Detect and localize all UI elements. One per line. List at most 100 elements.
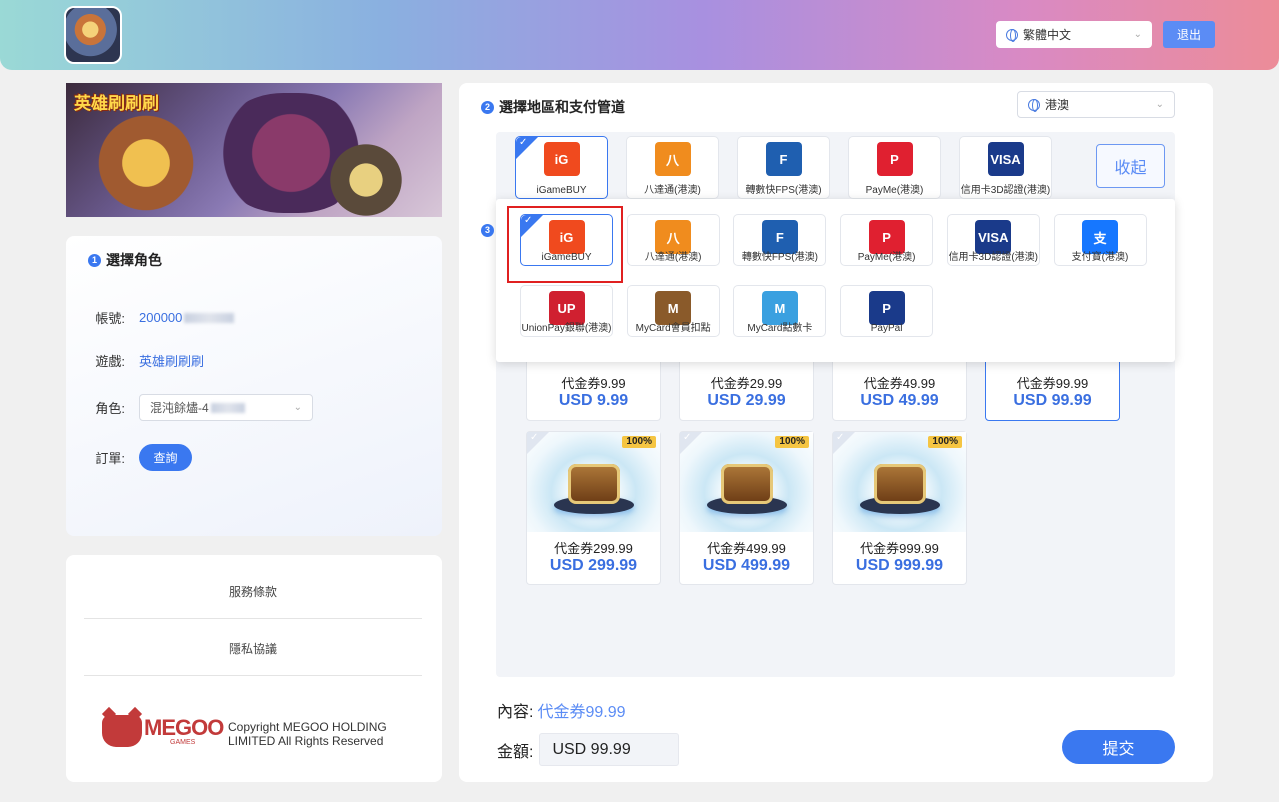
amount-label: 金額: bbox=[497, 743, 534, 761]
product-card[interactable]: ✓ 100% 代金券999.99 USD 999.99 bbox=[832, 431, 967, 585]
logout-button[interactable]: 退出 bbox=[1163, 21, 1215, 48]
game-label: 遊戲: bbox=[95, 354, 125, 369]
terms-link[interactable]: 服務條款 bbox=[84, 583, 422, 600]
region-value: 港澳 bbox=[1045, 98, 1070, 112]
payment-method-name: 八達通(港澳) bbox=[644, 252, 702, 263]
product-name: 代金券99.99 bbox=[1016, 376, 1089, 391]
product-price: USD 49.99 bbox=[860, 392, 939, 409]
payment-logo-icon: P bbox=[876, 142, 913, 176]
treasure-chest-image: ✓ 100% bbox=[680, 432, 813, 532]
checkmark-icon: ✓ bbox=[683, 432, 692, 443]
redacted-blur bbox=[184, 312, 235, 323]
payment-method-name: UnionPay銀聯(港澳) bbox=[521, 323, 612, 334]
payment-method-name: 支付寶(港澳) bbox=[1071, 252, 1129, 263]
product-price: USD 9.99 bbox=[558, 392, 629, 409]
role-section-title: 1 選擇角色 bbox=[88, 250, 162, 270]
payment-method-option[interactable]: 八八達通(港澳) bbox=[626, 136, 719, 199]
megoo-logo: MEGOO GAMES bbox=[102, 715, 224, 747]
checkmark-icon: ✓ bbox=[519, 137, 528, 148]
chest-icon bbox=[567, 464, 620, 504]
payment-logo-icon: VISA bbox=[987, 142, 1024, 176]
game-value: 英雄刷刷刷 bbox=[139, 354, 205, 369]
payment-method-name: 八達通(港澳) bbox=[644, 185, 701, 196]
links-card: 服務條款 隱私協議 MEGOO GAMES Copyright MEGOO HO… bbox=[66, 555, 442, 782]
game-banner: 英雄刷刷刷 bbox=[66, 83, 442, 217]
payment-method-name: 轉數快FPS(港澳) bbox=[741, 252, 818, 263]
redacted-blur bbox=[210, 402, 245, 413]
payment-method-option[interactable]: P PayMe(港澳) bbox=[848, 136, 941, 199]
chevron-down-icon: ⌄ bbox=[1155, 99, 1164, 110]
product-name: 代金券9.99 bbox=[561, 376, 626, 391]
payment-method-option[interactable]: F 轉數快FPS(港澳) bbox=[733, 214, 827, 266]
payment-method-option[interactable]: VISA 信用卡3D認證(港澳) bbox=[959, 136, 1052, 199]
account-row: 帳號: 200000 bbox=[74, 308, 235, 327]
payment-logo-icon: iG bbox=[543, 142, 580, 176]
collapse-button[interactable]: 收起 bbox=[1096, 144, 1165, 188]
product-name: 代金券299.99 bbox=[554, 541, 633, 556]
product-price: USD 499.99 bbox=[702, 557, 791, 574]
payment-section-title-text: 選擇地區和支付管道 bbox=[499, 99, 625, 115]
privacy-link[interactable]: 隱私協議 bbox=[84, 640, 422, 657]
globe-icon bbox=[1006, 28, 1018, 42]
chest-icon bbox=[720, 464, 773, 504]
step-number: 2 bbox=[481, 100, 494, 114]
region-select[interactable]: 港澳 ⌄ bbox=[1017, 91, 1175, 118]
bonus-badge: 100% bbox=[928, 436, 962, 448]
payment-method-name: 轉數快FPS(港澳) bbox=[745, 185, 822, 196]
payment-method-option[interactable]: iG iGameBUY ✓ bbox=[515, 136, 608, 199]
highlight-box bbox=[507, 206, 623, 283]
role-select-card: 1 選擇角色 bbox=[66, 236, 442, 536]
payment-method-name: PayPal bbox=[870, 323, 903, 334]
globe-icon bbox=[1028, 98, 1040, 112]
product-price: USD 299.99 bbox=[549, 557, 638, 574]
payment-logo-icon: 八 bbox=[654, 142, 691, 176]
banner-game-title: 英雄刷刷刷 bbox=[74, 94, 159, 113]
product-name: 代金券49.99 bbox=[863, 376, 936, 391]
bonus-badge: 100% bbox=[622, 436, 656, 448]
product-card[interactable]: ✓ 100% 代金券299.99 USD 299.99 bbox=[526, 431, 661, 585]
copyright-text: Copyright MEGOO HOLDING LIMITED All Righ… bbox=[228, 720, 387, 748]
payment-method-option[interactable]: F 轉數快FPS(港澳) bbox=[737, 136, 830, 199]
payment-logo-icon: P bbox=[868, 291, 905, 325]
product-price: USD 29.99 bbox=[707, 392, 786, 409]
chevron-down-icon: ⌄ bbox=[293, 402, 302, 413]
chevron-down-icon: ⌄ bbox=[1133, 29, 1142, 40]
payment-method-name: 信用卡3D認證(港澳) bbox=[948, 252, 1039, 263]
payment-method-option[interactable]: M MyCard會員扣點 bbox=[626, 285, 720, 337]
bonus-badge: 100% bbox=[775, 436, 809, 448]
product-price: USD 99.99 bbox=[1013, 392, 1092, 409]
divider bbox=[84, 675, 422, 676]
content-row: 內容: 代金券99.99 bbox=[497, 698, 626, 722]
role-select[interactable]: 混沌餘燼-4 ⌄ bbox=[139, 394, 313, 421]
megoo-cat-icon bbox=[102, 715, 142, 747]
top-header: 繁體中文 ⌄ 退出 bbox=[0, 0, 1279, 70]
payment-logo-icon: F bbox=[765, 142, 802, 176]
payment-method-name: 信用卡3D認證(港澳) bbox=[960, 185, 1051, 196]
step3-marker: 3 bbox=[481, 222, 499, 237]
language-select[interactable]: 繁體中文 ⌄ bbox=[996, 21, 1152, 48]
payment-method-option[interactable]: 八八達通(港澳) bbox=[626, 214, 720, 266]
submit-button[interactable]: 提交 bbox=[1062, 730, 1175, 764]
payment-method-name: MyCard會員扣點 bbox=[635, 323, 711, 334]
payment-method-name: PayMe(港澳) bbox=[865, 185, 924, 196]
product-card[interactable]: ✓ 100% 代金券499.99 USD 499.99 bbox=[679, 431, 814, 585]
payment-method-option[interactable]: P PayMe(港澳) bbox=[840, 214, 934, 266]
game-app-icon[interactable] bbox=[64, 6, 122, 64]
payment-method-option[interactable]: UP UnionPay銀聯(港澳) bbox=[520, 285, 613, 337]
amount-value: USD 99.99 bbox=[539, 733, 680, 766]
treasure-chest-image: ✓ 100% bbox=[527, 432, 660, 532]
query-button[interactable]: 查詢 bbox=[139, 444, 192, 471]
payment-method-option[interactable]: P PayPal bbox=[840, 285, 934, 337]
banner-art bbox=[326, 143, 406, 217]
role-value: 混沌餘燼-4 bbox=[150, 401, 209, 415]
payment-method-option[interactable]: 支支付寶(港澳) bbox=[1053, 214, 1147, 266]
checkmark-icon: ✓ bbox=[836, 432, 845, 443]
payment-method-option[interactable]: M MyCard點數卡 bbox=[733, 285, 827, 337]
product-name: 代金券999.99 bbox=[860, 541, 939, 556]
divider bbox=[84, 618, 422, 619]
language-value: 繁體中文 bbox=[1023, 28, 1072, 42]
payment-section-title: 2 選擇地區和支付管道 bbox=[481, 97, 625, 117]
megoo-sub: GAMES bbox=[170, 738, 196, 746]
payment-method-option[interactable]: VISA 信用卡3D認證(港澳) bbox=[946, 214, 1040, 266]
account-value: 200000 bbox=[139, 310, 183, 325]
